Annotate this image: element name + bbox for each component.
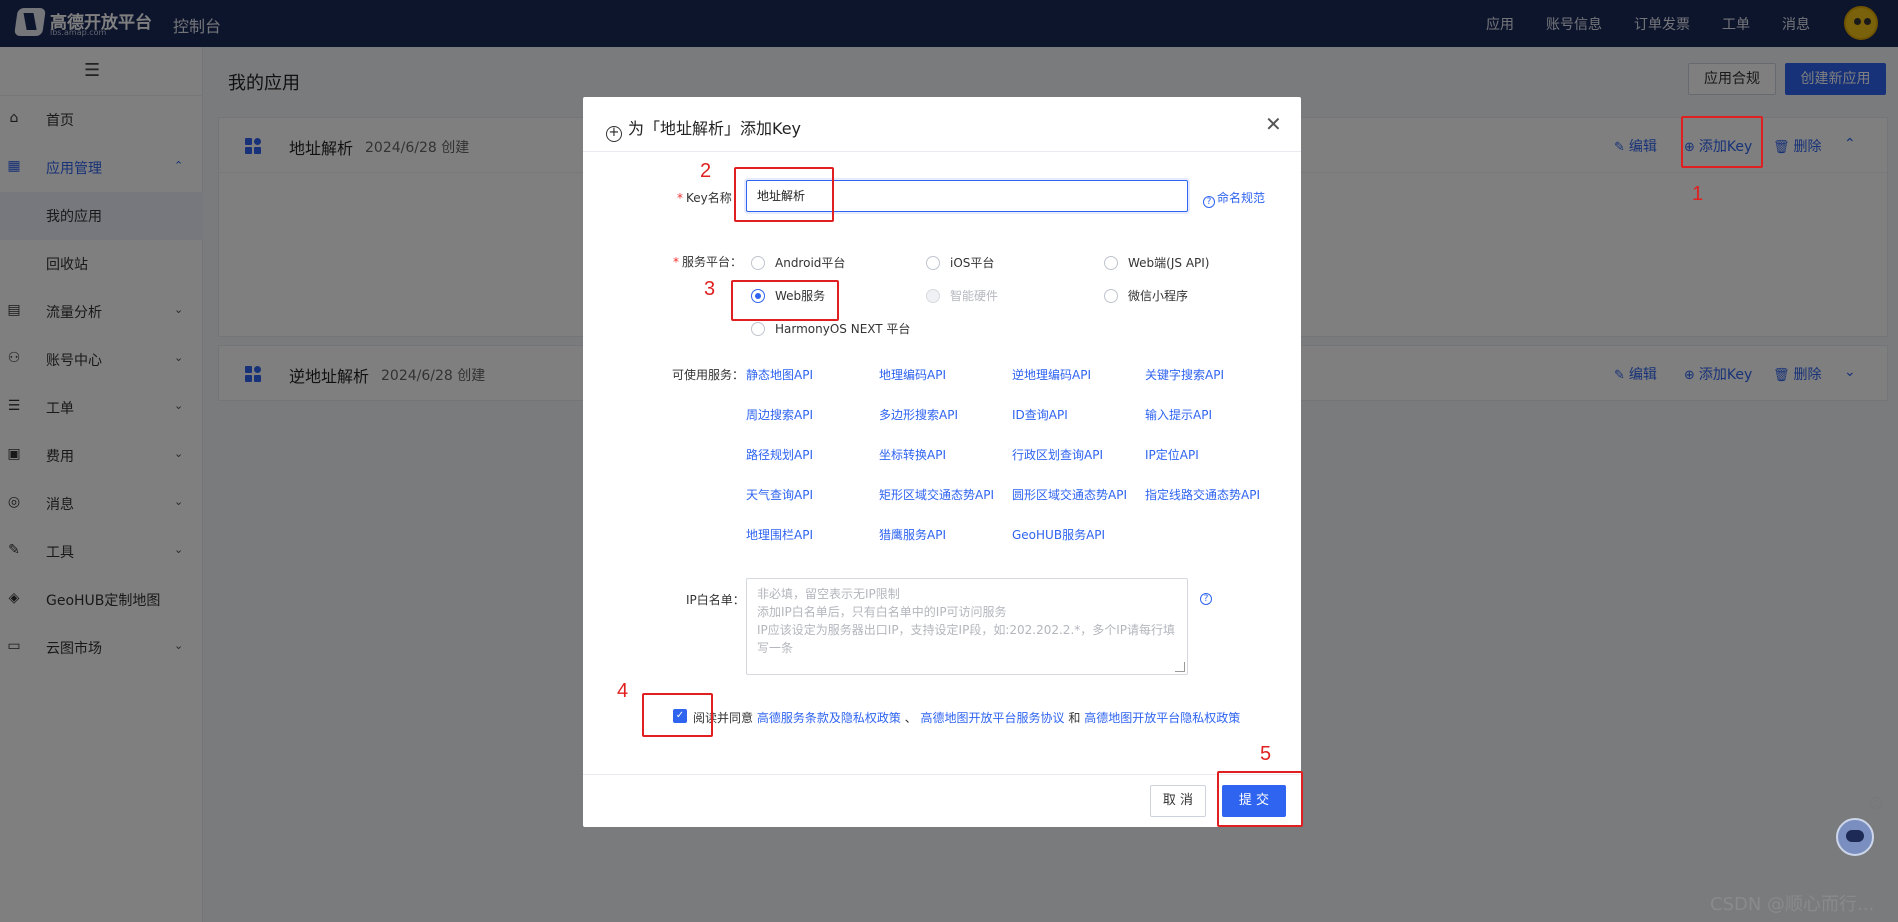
radio-label: 微信小程序	[1128, 289, 1189, 303]
radio-android[interactable]: Android平台	[751, 254, 845, 271]
platform-label: * 服务平台：	[673, 255, 743, 269]
service-link[interactable]: ID查询API	[1012, 406, 1068, 423]
close-icon[interactable]: ✕	[1265, 112, 1282, 136]
dialog-header-divider	[583, 151, 1301, 152]
service-agreement-link[interactable]: 高德地图开放平台服务协议	[921, 711, 1065, 725]
radio-circle	[1104, 256, 1118, 270]
radio-harmonyos[interactable]: HarmonyOS NEXT 平台	[751, 320, 910, 337]
service-link[interactable]: 指定线路交通态势API	[1145, 486, 1260, 503]
service-link[interactable]: GeoHUB服务API	[1012, 526, 1105, 543]
help-dot-icon[interactable]: ○	[1870, 797, 1882, 809]
naming-rule-text: 命名规范	[1217, 191, 1266, 205]
service-link[interactable]: 矩形区域交通态势API	[879, 486, 994, 503]
annotation-number: 1	[1692, 183, 1704, 205]
agree-separator: 、	[904, 711, 917, 725]
dialog-title: + 为「地址解析」添加Key	[606, 115, 801, 142]
service-link[interactable]: 静态地图API	[746, 366, 813, 383]
radio-label: iOS平台	[950, 256, 995, 270]
service-link[interactable]: 行政区划查询API	[1012, 446, 1103, 463]
service-link[interactable]: 关键字搜索API	[1145, 366, 1224, 383]
radio-circle	[751, 256, 765, 270]
service-link[interactable]: IP定位API	[1145, 446, 1199, 463]
service-link[interactable]: 周边搜索API	[746, 406, 813, 423]
plus-circle-icon: +	[606, 126, 622, 142]
radio-web-js[interactable]: Web端(JS API)	[1104, 254, 1209, 271]
assistant-robot-icon[interactable]	[1836, 818, 1874, 856]
service-link[interactable]: 坐标转换API	[879, 446, 946, 463]
radio-label: 智能硬件	[950, 289, 999, 303]
service-link[interactable]: 路径规划API	[746, 446, 813, 463]
annotation-box	[731, 280, 839, 321]
services-label: 可使用服务：	[672, 368, 745, 382]
ip-placeholder-line: 添加IP白名单后，只有白名单中的IP可访问服务	[757, 605, 1007, 619]
radio-circle	[1104, 289, 1118, 303]
ip-placeholder-line: IP应该设定为服务器出口IP，支持设定IP段，如:202.202.2.*，多个I…	[757, 623, 1176, 655]
radio-circle	[751, 322, 765, 336]
cancel-button[interactable]: 取 消	[1150, 785, 1206, 817]
annotation-box	[1217, 771, 1303, 827]
service-link[interactable]: 地理编码API	[879, 366, 946, 383]
radio-ios[interactable]: iOS平台	[926, 254, 994, 271]
annotation-number: 5	[1260, 743, 1272, 765]
radio-smart-hardware: 智能硬件	[926, 287, 998, 304]
service-link[interactable]: 地理围栏API	[746, 526, 813, 543]
watermark: CSDN @顺心而行...	[1710, 894, 1875, 915]
service-link[interactable]: 输入提示API	[1145, 406, 1212, 423]
radio-circle	[926, 256, 940, 270]
ip-whitelist-label-text: IP白名单	[686, 593, 733, 607]
annotation-box	[642, 693, 713, 737]
services-label-text: 可使用服务	[672, 368, 733, 382]
key-name-label-text: Key名称	[686, 191, 732, 205]
radio-label: Android平台	[775, 256, 846, 270]
key-name-label: * Key名称	[677, 191, 732, 205]
radio-circle	[926, 289, 940, 303]
agreement-text: 阅读并同意 高德服务条款及隐私权政策 、 高德地图开放平台服务协议 和 高德地图…	[693, 709, 1240, 726]
terms-link[interactable]: 高德服务条款及隐私权政策	[757, 711, 901, 725]
help-icon: ?	[1203, 196, 1215, 208]
annotation-box	[734, 167, 834, 222]
service-link[interactable]: 圆形区域交通态势API	[1012, 486, 1127, 503]
resize-handle-icon[interactable]	[1175, 662, 1185, 672]
radio-wechat-miniprogram[interactable]: 微信小程序	[1104, 287, 1188, 304]
dialog-footer-divider	[583, 774, 1301, 775]
annotation-box	[1681, 116, 1763, 168]
ip-whitelist-textarea[interactable]: 非必填，留空表示无IP限制 添加IP白名单后，只有白名单中的IP可访问服务 IP…	[746, 578, 1188, 675]
service-link[interactable]: 猎鹰服务API	[879, 526, 946, 543]
service-link[interactable]: 多边形搜索API	[879, 406, 958, 423]
service-link[interactable]: 逆地理编码API	[1012, 366, 1091, 383]
platform-label-text: 服务平台	[682, 255, 731, 269]
annotation-number: 3	[704, 278, 716, 300]
annotation-number: 2	[700, 160, 712, 182]
privacy-policy-link[interactable]: 高德地图开放平台隐私权政策	[1084, 711, 1240, 725]
service-link[interactable]: 天气查询API	[746, 486, 813, 503]
annotation-number: 4	[617, 680, 629, 702]
radio-label: Web端(JS API)	[1128, 256, 1210, 270]
dialog-title-text: 为「地址解析」添加Key	[628, 119, 802, 138]
ip-whitelist-label: IP白名单：	[686, 593, 745, 607]
ip-placeholder-line: 非必填，留空表示无IP限制	[757, 587, 900, 601]
naming-rule-link[interactable]: ? 命名规范	[1203, 189, 1265, 208]
radio-label: HarmonyOS NEXT 平台	[775, 322, 911, 336]
agree-separator: 和	[1068, 711, 1081, 725]
help-icon[interactable]: ?	[1200, 593, 1212, 605]
